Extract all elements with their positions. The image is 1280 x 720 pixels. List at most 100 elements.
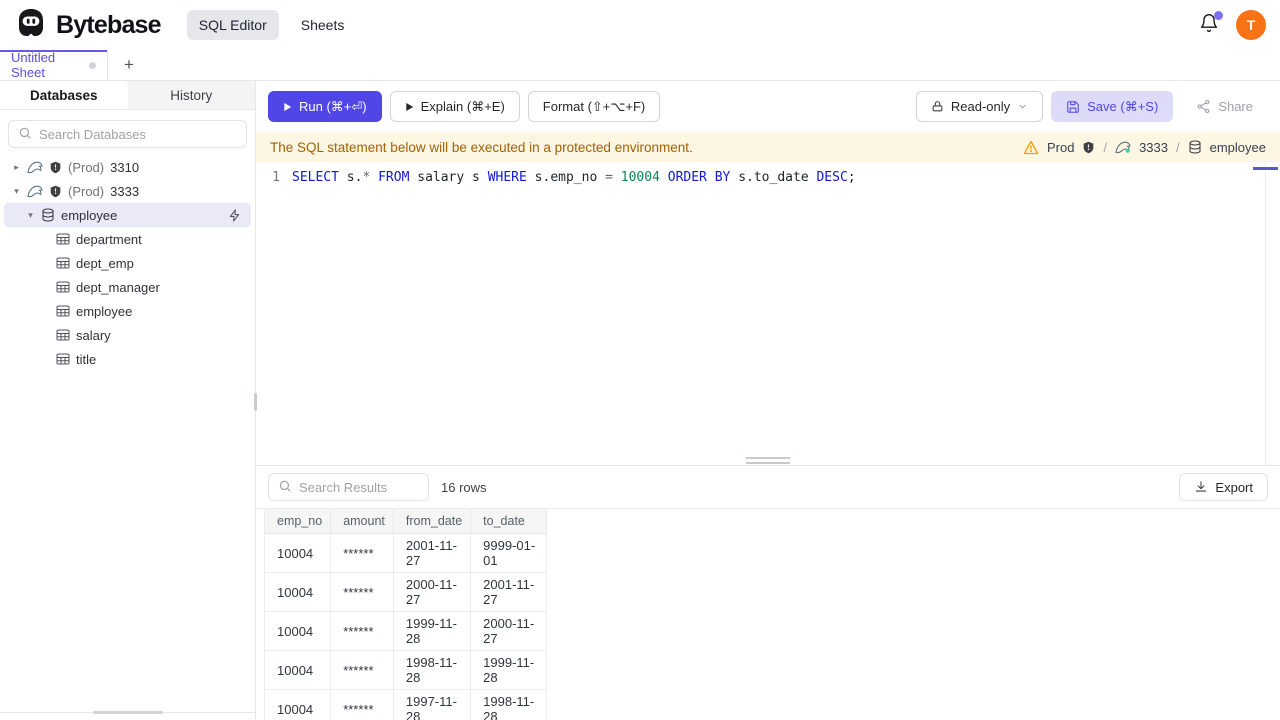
panel-resize-handle[interactable]: [746, 457, 790, 464]
instance-name: 3310: [110, 159, 140, 175]
download-icon: [1194, 480, 1208, 494]
results-toolbar: Search Results 16 rows Export: [256, 466, 1280, 508]
top-nav: SQL Editor Sheets: [186, 10, 357, 40]
results-panel: Search Results 16 rows Export emp_no amou…: [256, 457, 1280, 720]
table-cell[interactable]: 10004: [264, 689, 332, 720]
add-sheet-button[interactable]: +: [108, 50, 150, 80]
table-row[interactable]: 10004 ****** 1998-11-28 1999-11-28: [264, 650, 548, 690]
save-button-label: Save (⌘+S): [1087, 98, 1159, 114]
shield-icon: [49, 161, 62, 174]
column-header-from_date[interactable]: from_date: [393, 509, 472, 534]
tree-database-employee[interactable]: ▾ employee: [4, 203, 251, 227]
readonly-label: Read-only: [950, 99, 1011, 114]
table-cell[interactable]: 1998-11-28: [470, 689, 548, 720]
results-table[interactable]: emp_no amount from_date to_date 10004 ******…: [264, 509, 548, 720]
table-cell[interactable]: 2001-11-27: [393, 533, 472, 573]
tab-untitled-sheet[interactable]: Untitled Sheet: [0, 50, 108, 80]
table-icon: [56, 305, 70, 317]
format-button[interactable]: Format (⇧+⌥+F): [527, 91, 661, 122]
table-cell[interactable]: ******: [330, 689, 394, 720]
table-name: salary: [76, 327, 111, 343]
table-icon: [56, 281, 70, 293]
results-search-placeholder: Search Results: [299, 479, 388, 495]
caret-down-icon[interactable]: ▾: [12, 186, 21, 197]
explain-button[interactable]: Explain (⌘+E): [389, 91, 520, 122]
brand-name: Bytebase: [56, 10, 162, 39]
table-cell[interactable]: 2000-11-27: [470, 611, 548, 651]
tree-table-department[interactable]: department: [0, 227, 255, 251]
sidebar-footer-resize-handle[interactable]: [92, 711, 163, 714]
table-cell[interactable]: 10004: [264, 533, 332, 573]
column-header-emp_no[interactable]: emp_no: [264, 509, 332, 534]
database-icon: [1188, 140, 1202, 154]
row-count: 16 rows: [441, 479, 487, 495]
header-right: T: [1198, 10, 1266, 40]
shield-icon: [1082, 141, 1095, 154]
table-icon: [56, 257, 70, 269]
breadcrumb-separator: /: [1103, 139, 1108, 155]
nav-sheets[interactable]: Sheets: [289, 10, 357, 40]
bytebase-logo[interactable]: Bytebase: [14, 6, 162, 45]
sql-statement: SELECT s.* FROM salary s WHERE s.emp_no …: [292, 170, 856, 185]
lock-icon: [931, 100, 944, 113]
tab-databases[interactable]: Databases: [0, 81, 128, 109]
database-search[interactable]: Search Databases: [8, 120, 247, 148]
table-cell[interactable]: 10004: [264, 611, 332, 651]
table-cell[interactable]: ******: [330, 572, 394, 612]
table-cell[interactable]: 1999-11-28: [470, 650, 548, 690]
tree-table-employee[interactable]: employee: [0, 299, 255, 323]
column-header-amount[interactable]: amount: [330, 509, 394, 534]
cursor-position-mark: [1253, 167, 1278, 170]
tree-table-title[interactable]: title: [0, 347, 255, 371]
editor-toolbar: Run (⌘+⏎) Explain (⌘+E) Format (⇧+⌥+F) R…: [256, 81, 1280, 132]
table-cell[interactable]: 2000-11-27: [393, 572, 472, 612]
save-button[interactable]: Save (⌘+S): [1051, 91, 1174, 122]
readonly-mode-dropdown[interactable]: Read-only: [915, 91, 1044, 122]
table-cell[interactable]: 1998-11-28: [393, 650, 472, 690]
notification-bell-button[interactable]: [1198, 11, 1223, 36]
mysql-icon: [27, 160, 43, 174]
tree-instance-3333[interactable]: ▾ (Prod) 3333: [0, 179, 255, 203]
table-cell[interactable]: ******: [330, 650, 394, 690]
banner-message: The SQL statement below will be executed…: [270, 139, 693, 155]
table-cell[interactable]: ******: [330, 533, 394, 573]
table-name: department: [76, 231, 142, 247]
connection-breadcrumb: Prod / 3333 / employee: [1023, 140, 1266, 155]
run-button[interactable]: Run (⌘+⏎): [268, 91, 382, 122]
sidebar-footer-divider: [0, 711, 255, 714]
notification-dot: [1214, 11, 1223, 20]
save-icon: [1066, 100, 1080, 114]
sidebar-resize-handle[interactable]: [254, 393, 257, 411]
table-cell[interactable]: 10004: [264, 650, 332, 690]
results-search[interactable]: Search Results: [268, 473, 429, 501]
table-cell[interactable]: 2001-11-27: [470, 572, 548, 612]
table-cell[interactable]: ******: [330, 611, 394, 651]
avatar[interactable]: T: [1236, 10, 1266, 40]
table-name: employee: [76, 303, 133, 319]
table-row[interactable]: 10004 ****** 1999-11-28 2000-11-27: [264, 611, 548, 651]
tree-instance-3310[interactable]: ▸ (Prod) 3310: [0, 155, 255, 179]
table-row[interactable]: 10004 ****** 1997-11-28 1998-11-28: [264, 689, 548, 720]
unsaved-dot-icon: [89, 61, 96, 69]
sql-editor[interactable]: 1 SELECT s.* FROM salary s WHERE s.emp_n…: [256, 162, 1280, 465]
export-button[interactable]: Export: [1179, 473, 1268, 501]
table-cell[interactable]: 10004: [264, 572, 332, 612]
table-row[interactable]: 10004 ****** 2000-11-27 2001-11-27: [264, 572, 548, 612]
share-icon: [1196, 99, 1211, 114]
tree-table-dept_emp[interactable]: dept_emp: [0, 251, 255, 275]
table-cell[interactable]: 9999-01-01: [470, 533, 548, 573]
lightning-icon[interactable]: [228, 208, 241, 222]
table-row[interactable]: 10004 ****** 2001-11-27 9999-01-01: [264, 533, 548, 573]
nav-sql-editor[interactable]: SQL Editor: [186, 10, 279, 40]
warning-icon: [1023, 140, 1039, 155]
column-header-to_date[interactable]: to_date: [470, 509, 548, 534]
share-button[interactable]: Share: [1181, 91, 1268, 122]
tree-table-salary[interactable]: salary: [0, 323, 255, 347]
caret-down-icon[interactable]: ▾: [26, 210, 35, 221]
caret-right-icon[interactable]: ▸: [12, 162, 21, 173]
tab-history[interactable]: History: [128, 81, 256, 109]
tree-table-dept_manager[interactable]: dept_manager: [0, 275, 255, 299]
table-cell[interactable]: 1999-11-28: [393, 611, 472, 651]
table-cell[interactable]: 1997-11-28: [393, 689, 472, 720]
code-line[interactable]: 1 SELECT s.* FROM salary s WHERE s.emp_n…: [256, 168, 1280, 187]
